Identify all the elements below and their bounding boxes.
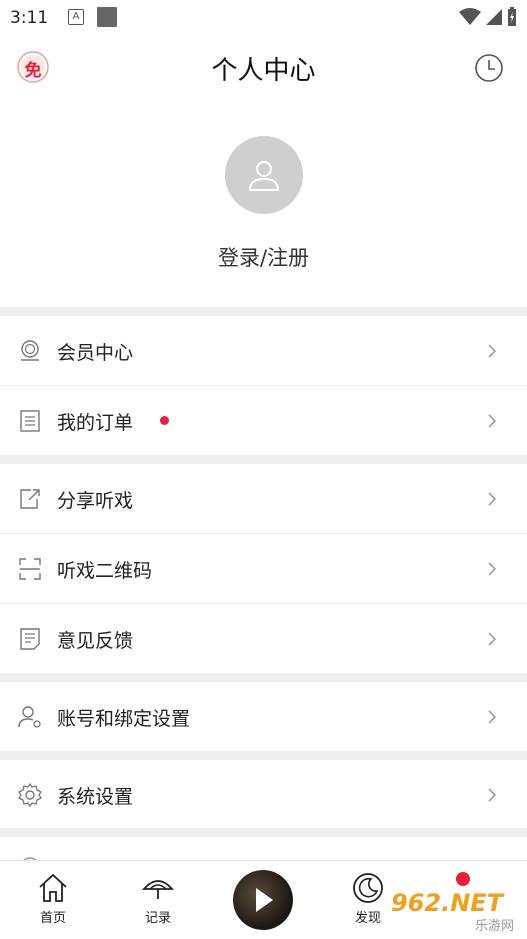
fan-icon xyxy=(142,880,174,899)
signal-icon xyxy=(486,9,502,25)
home-icon xyxy=(39,873,67,902)
menu-label-my-orders: 我的订单 xyxy=(57,411,134,434)
chevron-right-icon xyxy=(488,632,497,646)
unread-dot xyxy=(160,416,169,425)
section-separator xyxy=(0,751,527,760)
menu-label-qrcode: 听戏二维码 xyxy=(57,559,153,582)
section-separator xyxy=(0,307,527,316)
tab-home-label: 首页 xyxy=(39,911,66,926)
chevron-right-icon xyxy=(488,344,497,358)
scan-qrcode-icon xyxy=(19,558,41,580)
menu-item-my-orders[interactable]: 我的订单 xyxy=(0,386,527,456)
menu-item-account-binding[interactable]: 账号和绑定设置 xyxy=(0,682,527,752)
status-bar: 3:11 A xyxy=(0,0,527,36)
clock-icon xyxy=(475,54,503,82)
avatar[interactable] xyxy=(224,136,303,214)
profile-section: 登录/注册 xyxy=(0,136,527,272)
medal-icon xyxy=(21,340,39,361)
keyboard-a-icon: A xyxy=(68,9,84,25)
battery-icon xyxy=(508,7,516,26)
share-icon xyxy=(20,489,40,509)
status-icons xyxy=(459,7,517,27)
watermark-text: 962.NET xyxy=(391,889,504,917)
clipboard-icon xyxy=(20,410,40,432)
page-title: 个人中心 xyxy=(211,56,316,86)
wifi-icon xyxy=(459,8,481,25)
user-settings-icon xyxy=(18,706,41,728)
bottom-tab-bar: 首页 记录 发现 962.NET 乐游网 xyxy=(0,860,527,939)
menu-item-feedback[interactable]: 意见反馈 xyxy=(0,604,527,674)
menu-label-account-binding: 账号和绑定设置 xyxy=(57,707,191,730)
user-icon xyxy=(248,161,279,191)
menu-item-vip-center[interactable]: 会员中心 xyxy=(0,316,527,386)
menu-label-feedback: 意见反馈 xyxy=(57,629,134,652)
watermark-sub: 乐游网 xyxy=(475,919,515,934)
section-separator xyxy=(0,455,527,464)
watermark-logo: 962.NET 乐游网 xyxy=(387,872,527,939)
tab-records-label: 记录 xyxy=(144,911,171,926)
menu-item-qrcode[interactable]: 听戏二维码 xyxy=(0,534,527,604)
chevron-right-icon xyxy=(488,788,497,802)
moon-icon xyxy=(353,873,383,903)
menu-item-share[interactable]: 分享听戏 xyxy=(0,464,527,534)
menu-label-share: 分享听戏 xyxy=(57,489,134,512)
play-button[interactable] xyxy=(233,870,293,930)
chevron-right-icon xyxy=(488,562,497,576)
login-register-link[interactable]: 登录/注册 xyxy=(218,242,309,272)
notification-square-icon xyxy=(97,7,117,27)
status-time: 3:11 xyxy=(10,8,49,28)
gear-icon xyxy=(18,782,42,808)
history-button[interactable] xyxy=(473,52,505,84)
menu-label-vip-center: 会员中心 xyxy=(57,341,134,364)
section-separator xyxy=(0,673,527,682)
menu-label-system-settings: 系统设置 xyxy=(57,785,134,808)
play-icon xyxy=(256,888,273,912)
chevron-right-icon xyxy=(488,414,497,428)
feedback-note-icon xyxy=(20,628,40,650)
tab-records[interactable]: 记录 xyxy=(123,871,193,926)
tab-home[interactable]: 首页 xyxy=(18,871,88,926)
header: 免 个人中心 xyxy=(0,40,527,96)
chevron-right-icon xyxy=(488,492,497,506)
menu-item-partial[interactable] xyxy=(0,836,527,862)
chevron-right-icon xyxy=(488,710,497,724)
menu-item-system-settings[interactable]: 系统设置 xyxy=(0,760,527,830)
